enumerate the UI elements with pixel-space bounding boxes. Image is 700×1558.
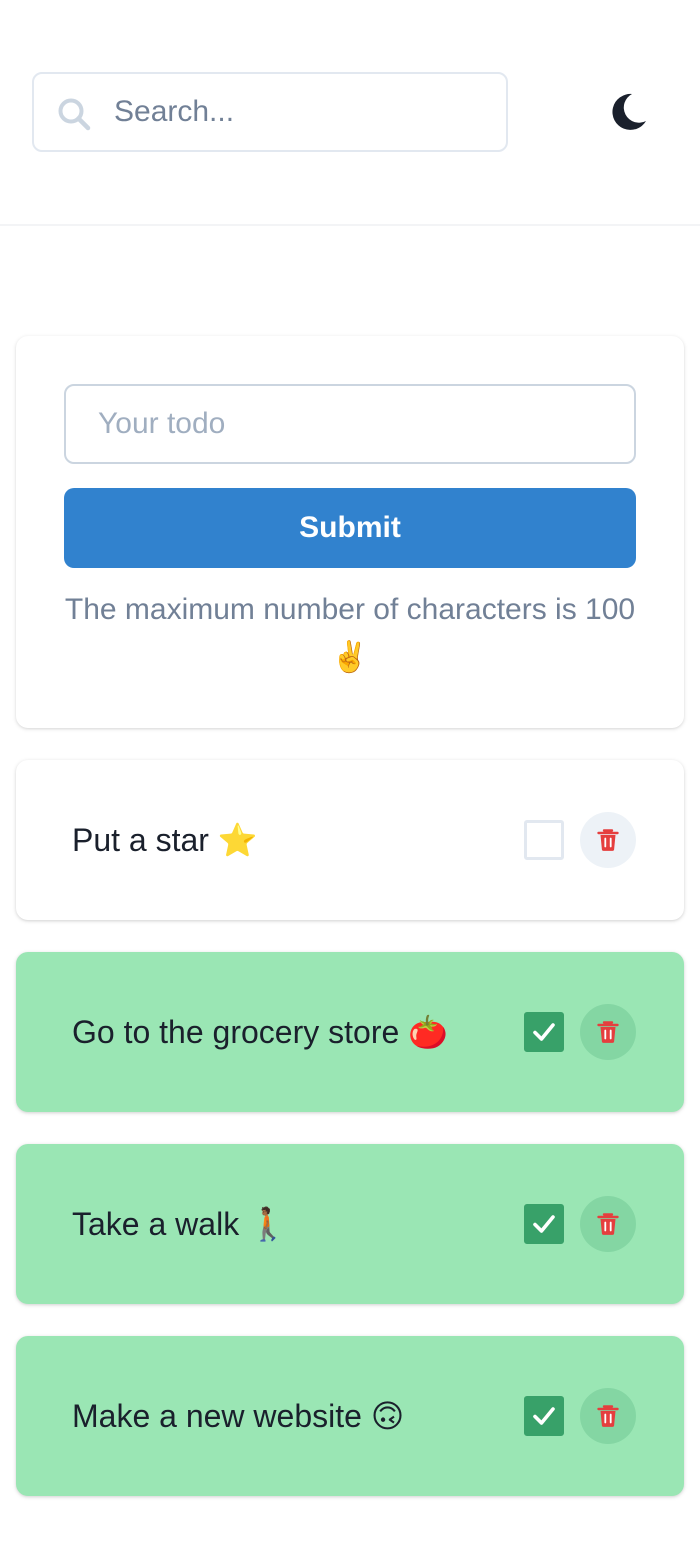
search-box[interactable]: [32, 72, 508, 152]
todo-form-card: Submit The maximum number of characters …: [16, 336, 684, 728]
todo-text: Go to the grocery store 🍅: [72, 1014, 448, 1050]
search-icon: [56, 96, 92, 132]
todo-text: Put a star ⭐: [72, 822, 258, 858]
todo-item: Make a new website 🙃: [16, 1336, 684, 1496]
todo-text: Take a walk 🚶🏾: [72, 1206, 288, 1242]
todo-checkbox[interactable]: [524, 1204, 564, 1244]
todo-checkbox[interactable]: [524, 1012, 564, 1052]
todo-input[interactable]: [64, 384, 636, 464]
todo-text: Make a new website 🙃: [72, 1398, 405, 1434]
delete-todo-button[interactable]: [580, 812, 636, 868]
delete-todo-button[interactable]: [580, 1196, 636, 1252]
todo-item: Take a walk 🚶🏾: [16, 1144, 684, 1304]
character-limit-hint: The maximum number of characters is 100 …: [64, 593, 636, 674]
todo-checkbox[interactable]: [524, 1396, 564, 1436]
todo-checkbox[interactable]: [524, 820, 564, 860]
theme-toggle-button[interactable]: [604, 88, 652, 136]
todo-item: Put a star ⭐: [16, 760, 684, 920]
todo-item: Go to the grocery store 🍅: [16, 952, 684, 1112]
search-input[interactable]: [114, 74, 494, 150]
submit-button[interactable]: Submit: [64, 488, 636, 568]
moon-icon: [604, 93, 652, 140]
app-header: [0, 0, 700, 226]
delete-todo-button[interactable]: [580, 1004, 636, 1060]
delete-todo-button[interactable]: [580, 1388, 636, 1444]
